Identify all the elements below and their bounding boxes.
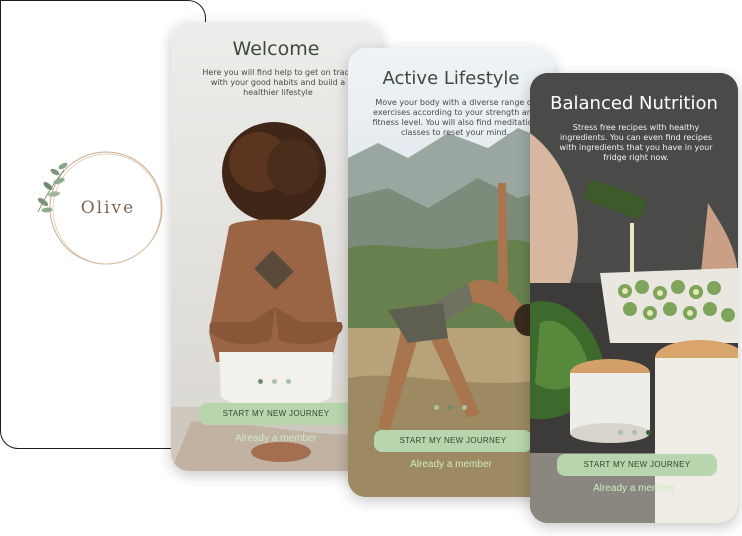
pagination-dot[interactable] — [272, 379, 277, 384]
balanced-nutrition-screen: Balanced Nutrition Stress free recipes w… — [530, 73, 738, 523]
start-journey-button[interactable]: START MY NEW JOURNEY — [557, 454, 717, 476]
brand-name: Olive — [80, 198, 136, 218]
start-journey-button[interactable]: START MY NEW JOURNEY — [374, 430, 532, 452]
screen-description: Move your body with a diverse range of e… — [372, 98, 538, 137]
pagination-dot[interactable] — [618, 430, 623, 435]
screen-title: Balanced Nutrition — [550, 93, 718, 114]
pagination-dot[interactable] — [258, 379, 263, 384]
pagination-dot[interactable] — [646, 430, 651, 435]
screen-title: Active Lifestyle — [382, 68, 520, 89]
already-member-link[interactable]: Already a member — [530, 483, 738, 494]
pagination-dot[interactable] — [286, 379, 291, 384]
start-journey-button[interactable]: START MY NEW JOURNEY — [199, 403, 353, 425]
pagination-dot[interactable] — [448, 405, 453, 410]
pagination-dot[interactable] — [434, 405, 439, 410]
pagination-dot[interactable] — [462, 405, 467, 410]
pagination-dots — [258, 379, 291, 384]
active-lifestyle-screen: Active Lifestyle Move your body with a d… — [348, 48, 554, 497]
pagination-dot[interactable] — [632, 430, 637, 435]
screen-description: Here you will find help to get on track … — [202, 68, 354, 97]
pagination-dots — [434, 405, 467, 410]
already-member-link[interactable]: Already a member — [348, 459, 554, 470]
pagination-dots — [618, 430, 651, 435]
screen-description: Stress free recipes with healthy ingredi… — [559, 123, 713, 162]
